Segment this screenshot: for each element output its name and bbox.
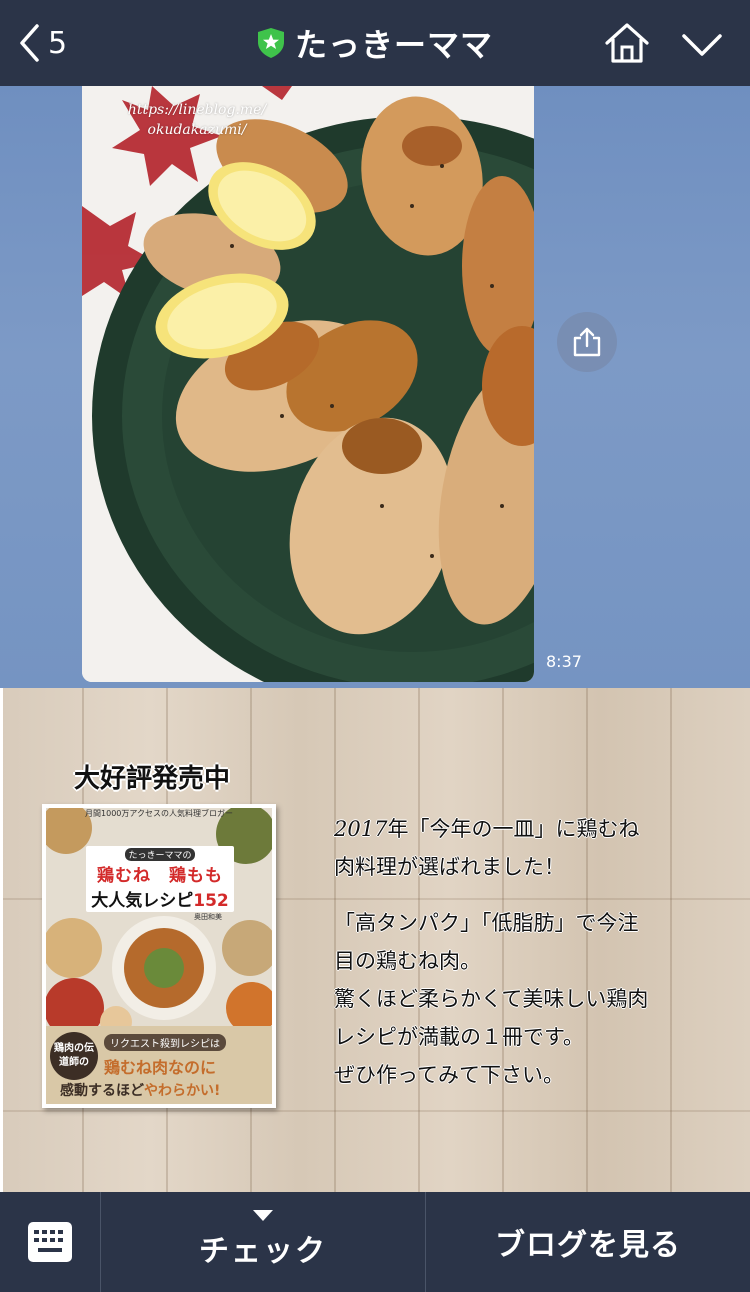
menu-toggle-button[interactable] <box>680 30 724 60</box>
photo-watermark: https://lineblog.me/ okudakazumi/ <box>82 100 312 140</box>
p2-line3: 驚くほど柔らかくて美味しい鶏肉 <box>334 987 649 1011</box>
message-timestamp: 8:37 <box>546 652 582 671</box>
check-button[interactable]: チェック <box>101 1192 425 1292</box>
banner-edge <box>0 688 3 1192</box>
chicken-dish-image <box>82 86 534 682</box>
book-tagline3-a: 感動するほど <box>60 1083 144 1099</box>
book-tagline2: 鶏むね肉なのに <box>104 1058 217 1077</box>
p2-line2: 目の鶏むね肉。 <box>334 949 481 973</box>
book-badge: 鶏肉の伝道師の <box>50 1032 98 1080</box>
p2-line5: ぜひ作ってみて下さい。 <box>334 1063 564 1087</box>
keyboard-button[interactable] <box>0 1192 100 1292</box>
watermark-url-line2: okudakazumi/ <box>147 122 247 138</box>
book-tagline1: リクエスト殺到レシピは <box>104 1034 226 1051</box>
p2-line1: 「高タンパク」「低脂肪」で今注 <box>334 911 639 935</box>
header-bar: 5 たっきーママ <box>0 0 750 86</box>
page-title: たっきーママ <box>294 26 493 64</box>
promo-banner[interactable]: 大好評発売中 月間1000万アクセスの人気料理ブロガー たっきーママの 鶏むね … <box>0 688 750 1192</box>
book-bottom-band: 鶏肉の伝道師の リクエスト殺到レシピは 鶏むね肉なのに 感動するほどやわらかい! <box>46 1026 272 1104</box>
book-top-note: 月間1000万アクセスの人気料理ブロガー <box>85 809 233 818</box>
book-title-text: 大人気レシピ <box>91 891 194 911</box>
sale-heading: 大好評発売中 <box>74 764 231 794</box>
book-tagline3: 感動するほどやわらかい! <box>60 1080 220 1100</box>
book-cover: 月間1000万アクセスの人気料理ブロガー たっきーママの 鶏むね 鶏もも 大人気… <box>42 804 276 1108</box>
book-author: 奥田和美 <box>194 913 222 921</box>
view-blog-label: ブログを見る <box>495 1228 681 1263</box>
view-blog-button[interactable]: ブログを見る <box>426 1192 750 1292</box>
caret-down-icon <box>253 1210 273 1221</box>
book-series: たっきーママの <box>125 848 195 861</box>
chevron-down-icon <box>682 34 722 56</box>
banner-description: 2017年「今年の一皿」に鶏むね 肉料理が選ばれました！ 「高タンパク」「低脂肪… <box>334 810 714 1112</box>
book-title-number: 152 <box>193 891 229 911</box>
book-tagline3-b: やわらかい! <box>144 1083 221 1099</box>
banner-paragraph-1: 2017年「今年の一皿」に鶏むね 肉料理が選ばれました！ <box>334 810 714 886</box>
p2-line4: レシピが満載の１冊です。 <box>334 1025 584 1049</box>
chat-area: https://lineblog.me/ okudakazumi/ 8:37 <box>0 86 750 688</box>
banner-paragraph-2: 「高タンパク」「低脂肪」で今注 目の鶏むね肉。 驚くほど柔らかくて美味しい鶏肉 … <box>334 904 714 1094</box>
book-title-line2: 大人気レシピ152 <box>86 886 234 911</box>
share-icon <box>573 327 601 357</box>
message-photo[interactable]: https://lineblog.me/ okudakazumi/ <box>82 86 534 682</box>
check-label: チェック <box>199 1234 327 1269</box>
p1-line2: 肉料理が選ばれました！ <box>334 855 565 879</box>
chevron-left-icon <box>20 24 39 62</box>
official-badge-icon <box>257 28 284 58</box>
home-button[interactable] <box>604 20 650 66</box>
book-title-line1: 鶏むね 鶏もも <box>97 866 223 886</box>
book-title-box: たっきーママの 鶏むね 鶏もも 大人気レシピ152 <box>86 846 234 912</box>
keyboard-icon <box>28 1222 72 1262</box>
back-button[interactable]: 5 <box>18 18 67 68</box>
watermark-url-line1: https://lineblog.me/ <box>127 102 267 118</box>
p1-line1: 年「今年の一皿」に鶏むね <box>387 817 640 841</box>
share-button[interactable] <box>557 312 617 372</box>
bottom-bar: チェック ブログを見る <box>0 1192 750 1292</box>
year-text: 2017 <box>334 817 388 841</box>
unread-count: 5 <box>48 25 68 61</box>
home-icon <box>605 23 649 63</box>
